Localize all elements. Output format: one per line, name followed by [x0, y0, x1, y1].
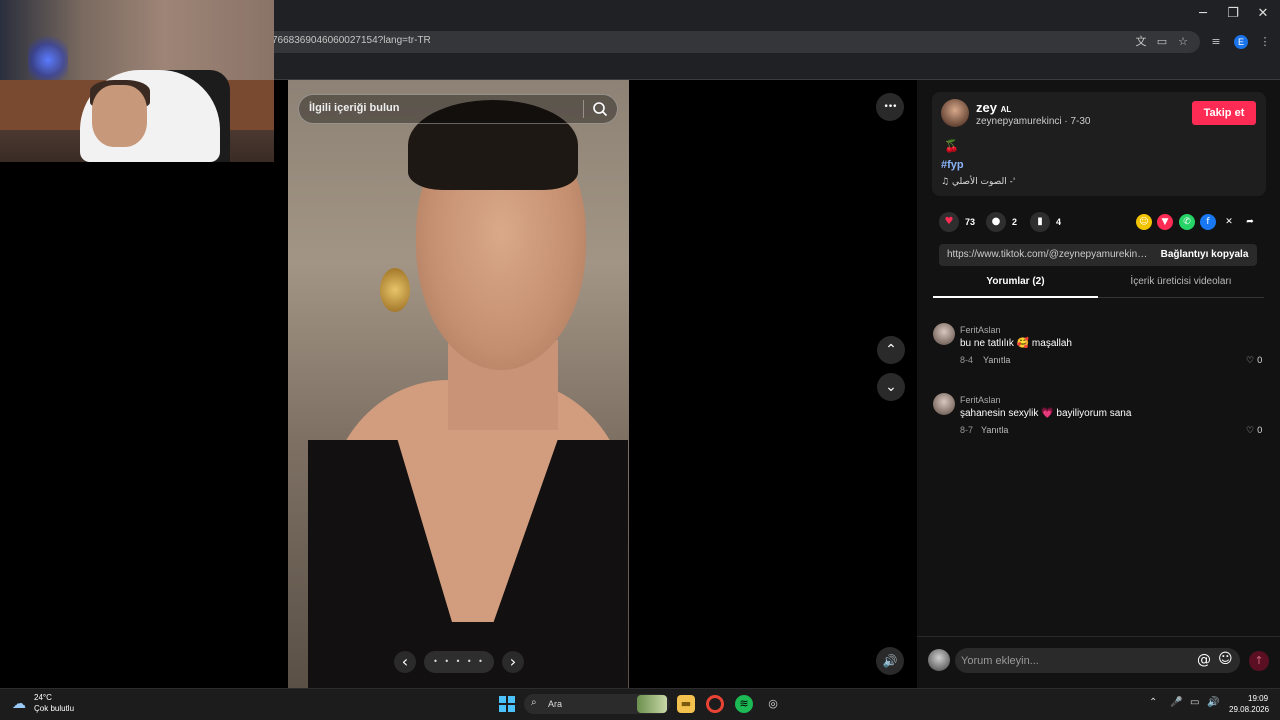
- minimize-button[interactable]: ─: [1188, 4, 1218, 24]
- chrome-icon[interactable]: [706, 695, 724, 713]
- media-control-icon[interactable]: ≡: [1208, 34, 1224, 50]
- emoji-picker-icon[interactable]: ☺: [1218, 651, 1233, 667]
- share-friends-icon[interactable]: ☺: [1136, 214, 1152, 230]
- related-search-placeholder[interactable]: İlgili içeriği bulun: [309, 102, 399, 114]
- mention-icon[interactable]: @: [1197, 652, 1211, 668]
- close-window-button[interactable]: ✕: [1248, 4, 1278, 24]
- save-stat[interactable]: ▮ 4: [1030, 212, 1061, 232]
- app-icon[interactable]: ◎: [764, 695, 782, 713]
- url-text[interactable]: 7668369046060027154?lang=tr-TR: [272, 35, 431, 46]
- comment-like-button[interactable]: ♡ 0: [1246, 356, 1263, 366]
- windows-logo-tile: [499, 705, 506, 712]
- search-icon[interactable]: [592, 101, 608, 117]
- share-send-icon[interactable]: ▼: [1157, 214, 1173, 230]
- cloud-icon[interactable]: ☁: [12, 696, 26, 712]
- comment-username[interactable]: FeritAslan: [960, 325, 1001, 335]
- weather-temperature[interactable]: 24°C: [34, 693, 52, 702]
- comment-count: 2: [1012, 217, 1018, 227]
- display-icon[interactable]: ▭: [1190, 697, 1199, 708]
- heart-icon[interactable]: ♥: [939, 212, 959, 232]
- slide-indicator-dots: • • • • •: [424, 651, 494, 673]
- windows-logo-tile: [508, 696, 515, 703]
- comment-stat[interactable]: ● 2: [986, 212, 1017, 232]
- save-count: 4: [1056, 217, 1062, 227]
- comment-date: 8-7: [960, 425, 974, 435]
- share-more-icon[interactable]: ➦: [1242, 214, 1258, 230]
- commenter-avatar[interactable]: [933, 393, 955, 415]
- clock-time[interactable]: 19:09: [1248, 694, 1268, 703]
- comment-text: bu ne tatlılık 🥰 maşallah: [960, 338, 1072, 349]
- reply-button[interactable]: Yanıtla: [983, 355, 1010, 365]
- search-divider: [583, 100, 584, 118]
- windows-logo-tile: [508, 705, 515, 712]
- volume-button[interactable]: 🔊: [876, 647, 904, 675]
- reply-button[interactable]: Yanıtla: [981, 425, 1008, 435]
- commenter-avatar[interactable]: [933, 323, 955, 345]
- creator-avatar[interactable]: [941, 99, 969, 127]
- hashtag-link[interactable]: #fyp: [941, 159, 964, 171]
- file-explorer-icon[interactable]: ▬: [677, 695, 695, 713]
- comment-like-button[interactable]: ♡ 0: [1246, 426, 1263, 436]
- microphone-icon[interactable]: 🎤: [1170, 697, 1182, 708]
- bookmark-icon[interactable]: ▮: [1030, 212, 1050, 232]
- tray-expand-icon[interactable]: ⌃: [1149, 697, 1157, 708]
- search-icon: ⌕: [531, 697, 537, 708]
- webcam-detail: [92, 85, 147, 147]
- webcam-overlay: [0, 0, 274, 162]
- send-comment-button[interactable]: ↑: [1249, 651, 1269, 671]
- cast-icon[interactable]: ▭: [1154, 34, 1170, 50]
- like-stat[interactable]: ♥ 73: [939, 212, 975, 232]
- comment-date: 8-4: [960, 355, 974, 365]
- browser-menu-icon[interactable]: ⋮: [1257, 34, 1273, 50]
- creator-name-suffix: AL: [1000, 105, 1012, 114]
- facebook-icon[interactable]: f: [1200, 214, 1216, 230]
- previous-slide-button[interactable]: ‹: [394, 651, 416, 673]
- x-icon[interactable]: ✕: [1221, 214, 1237, 230]
- comment-text: şahanesin sexylik 💗 bayiliyorum sana: [960, 408, 1132, 419]
- taskbar-search-label[interactable]: Ara: [548, 699, 562, 709]
- creator-name[interactable]: zey AL: [976, 100, 1011, 115]
- search-highlight-icon[interactable]: [637, 695, 667, 713]
- weather-description[interactable]: Çok bulutlu: [34, 704, 74, 713]
- creator-handle-date: zeynepyamurekinci · 7-30: [976, 116, 1091, 127]
- creator-name-text[interactable]: zey: [976, 100, 997, 115]
- profile-avatar[interactable]: E: [1234, 35, 1248, 49]
- next-slide-button[interactable]: ›: [502, 651, 524, 673]
- follow-button[interactable]: Takip et: [1192, 101, 1256, 125]
- start-button[interactable]: [499, 696, 515, 712]
- video-player[interactable]: [288, 80, 629, 688]
- video-frame-detail: [380, 268, 410, 312]
- current-user-avatar: [928, 649, 950, 671]
- translate-icon[interactable]: 文: [1133, 34, 1149, 50]
- previous-video-button[interactable]: ⌃: [877, 336, 905, 364]
- sound-link[interactable]: ♫ الصوت الأصلي -': [941, 177, 1015, 187]
- comment-bubble-icon[interactable]: ●: [986, 212, 1006, 232]
- comment-username[interactable]: FeritAslan: [960, 395, 1001, 405]
- copy-link-button[interactable]: Bağlantıyı kopyala: [1152, 244, 1257, 266]
- more-options-button[interactable]: •••: [876, 93, 904, 121]
- speaker-icon[interactable]: 🔊: [1207, 697, 1219, 708]
- tab-comments[interactable]: Yorumlar (2): [933, 276, 1098, 298]
- clock-date[interactable]: 29.08.2026: [1229, 705, 1269, 714]
- bookmark-star-icon[interactable]: ☆: [1175, 34, 1191, 50]
- caption-emoji: 🍒: [944, 139, 959, 153]
- maximize-button[interactable]: ❐: [1218, 4, 1248, 24]
- like-count: 73: [965, 217, 976, 227]
- spotify-icon[interactable]: ≋: [735, 695, 753, 713]
- next-video-button[interactable]: ⌄: [877, 373, 905, 401]
- video-link-text[interactable]: https://www.tiktok.com/@zeynepyamurekinc…: [947, 249, 1152, 260]
- tab-creator-videos[interactable]: İçerik üreticisi videoları: [1098, 276, 1264, 298]
- whatsapp-icon[interactable]: ✆: [1179, 214, 1195, 230]
- windows-logo-tile: [499, 696, 506, 703]
